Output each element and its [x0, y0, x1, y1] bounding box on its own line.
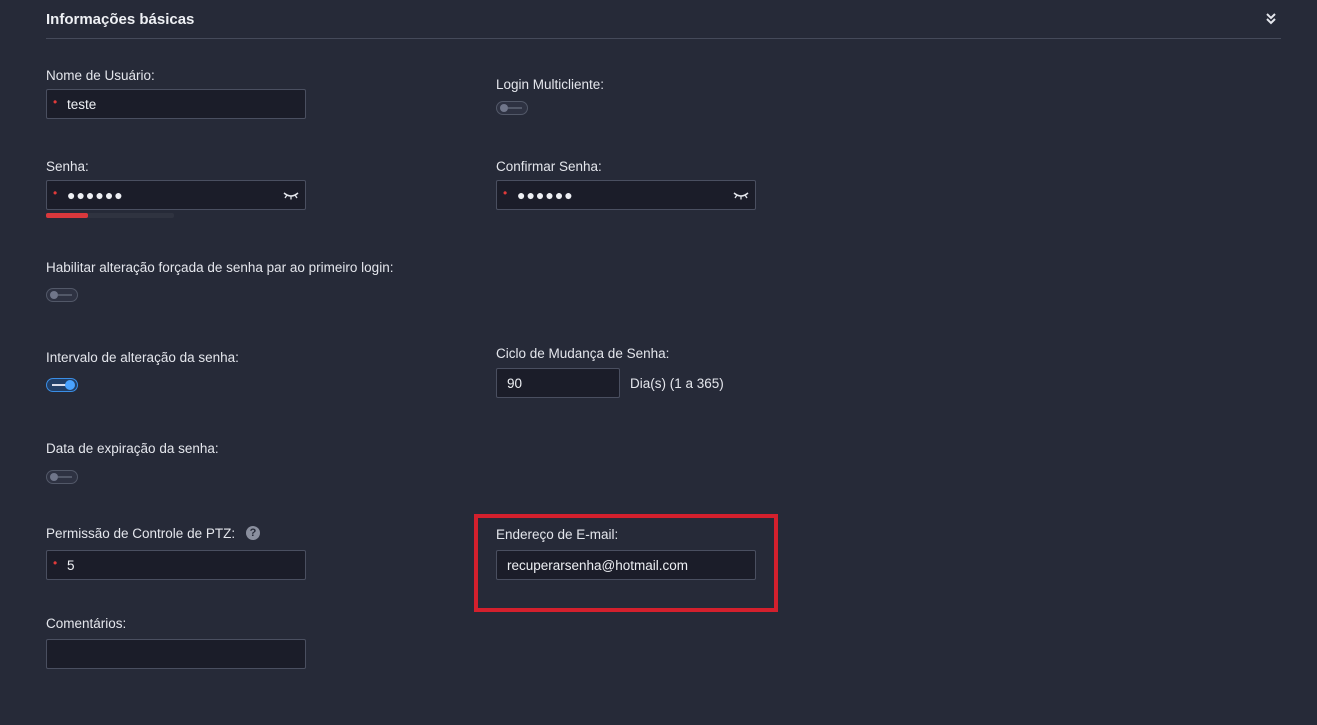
required-marker: •: [53, 95, 58, 109]
help-icon[interactable]: ?: [246, 526, 260, 540]
email-input[interactable]: recuperarsenha@hotmail.com: [496, 550, 756, 580]
username-label: Nome de Usuário:: [46, 68, 155, 83]
force-change-label: Habilitar alteração forçada de senha par…: [46, 260, 394, 275]
change-cycle-label: Ciclo de Mudança de Senha:: [496, 346, 670, 361]
change-cycle-input[interactable]: 90: [496, 368, 620, 398]
password-strength-meter: [46, 213, 174, 218]
confirm-password-masked-value: ●●●●●●: [517, 187, 574, 203]
password-masked-value: ●●●●●●: [67, 187, 124, 203]
ptz-permission-label: Permissão de Controle de PTZ:: [46, 526, 236, 541]
multiclient-login-toggle[interactable]: [496, 101, 528, 115]
confirm-password-label: Confirmar Senha:: [496, 159, 602, 174]
force-change-toggle[interactable]: [46, 288, 78, 302]
change-interval-label: Intervalo de alteração da senha:: [46, 350, 239, 365]
email-label: Endereço de E-mail:: [496, 527, 619, 542]
required-marker: •: [53, 186, 58, 200]
password-strength-fill: [46, 213, 89, 218]
ptz-permission-value: 5: [67, 558, 75, 573]
multiclient-login-label: Login Multicliente:: [496, 77, 605, 92]
hide-password-eye-icon[interactable]: [283, 190, 299, 200]
password-label: Senha:: [46, 159, 89, 174]
change-cycle-value: 90: [507, 376, 523, 391]
expiration-date-label: Data de expiração da senha:: [46, 441, 219, 456]
section-header: Informações básicas: [46, 0, 1281, 39]
password-input[interactable]: • ●●●●●●: [46, 180, 306, 210]
section-title: Informações básicas: [46, 11, 195, 28]
confirm-password-input[interactable]: • ●●●●●●: [496, 180, 756, 210]
hide-password-eye-icon[interactable]: [733, 190, 749, 200]
username-input[interactable]: • teste: [46, 89, 306, 119]
expiration-date-toggle[interactable]: [46, 470, 78, 484]
change-interval-toggle[interactable]: [46, 378, 78, 392]
double-chevron-down-icon[interactable]: [1265, 12, 1277, 26]
change-cycle-unit: Dia(s) (1 a 365): [630, 376, 724, 391]
comments-label: Comentários:: [46, 616, 127, 631]
email-value: recuperarsenha@hotmail.com: [507, 558, 689, 573]
comments-input[interactable]: [46, 639, 306, 669]
required-marker: •: [53, 556, 58, 570]
required-marker: •: [503, 186, 508, 200]
username-value: teste: [67, 97, 97, 112]
ptz-permission-input[interactable]: • 5: [46, 550, 306, 580]
